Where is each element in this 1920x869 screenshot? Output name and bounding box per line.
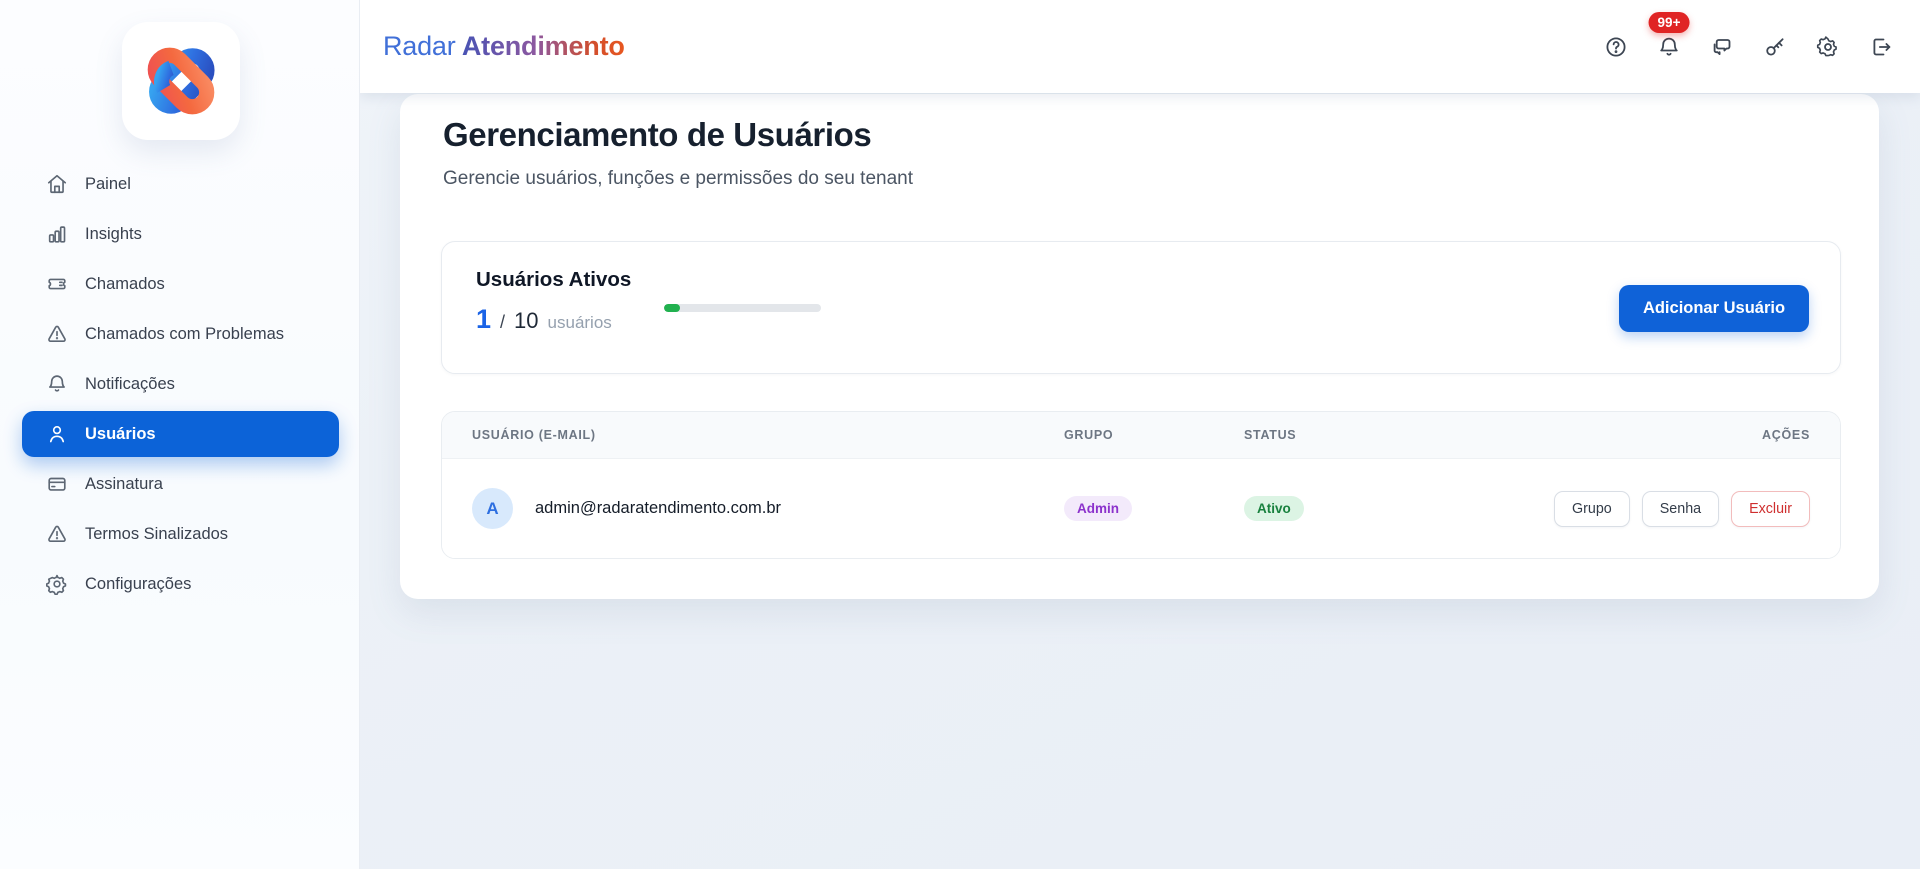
- group-badge: Admin: [1064, 495, 1132, 522]
- add-user-button[interactable]: Adicionar Usuário: [1619, 285, 1809, 332]
- group-action-button[interactable]: Grupo: [1554, 490, 1630, 527]
- messages-icon[interactable]: [1709, 34, 1735, 60]
- bar-chart-icon: [46, 223, 68, 245]
- column-header-user: USUÁRIO (E-MAIL): [472, 428, 596, 442]
- alert-triangle-icon: [46, 323, 68, 345]
- main-content-card: Gerenciamento de Usuários Gerencie usuár…: [400, 94, 1879, 599]
- app-root: { "brand": { "name_regular": "Radar", "n…: [0, 0, 1920, 869]
- logout-icon[interactable]: [1868, 34, 1894, 60]
- sidebar-item-label: Assinatura: [85, 474, 163, 493]
- sidebar-item-painel[interactable]: Painel: [22, 159, 339, 209]
- help-icon[interactable]: [1603, 34, 1629, 60]
- credit-card-icon: [46, 473, 68, 495]
- top-header: Radar Atendimento 99+: [360, 0, 1920, 93]
- sidebar-item-label: Painel: [85, 174, 131, 193]
- notifications-bell-icon[interactable]: 99+: [1648, 11, 1690, 60]
- bell-icon: [46, 373, 68, 395]
- sidebar-item-label: Termos Sinalizados: [85, 524, 229, 543]
- knot-logo-icon: [147, 47, 215, 115]
- header-actions: 99+: [1603, 11, 1894, 60]
- sidebar: Painel Insights Chamados Chamados com Pr…: [0, 0, 360, 869]
- active-users-title: Usuários Ativos: [476, 268, 632, 291]
- usage-count: 1 / 10 usuários: [476, 304, 612, 335]
- sidebar-item-label: Insights: [85, 224, 142, 243]
- user-cell: A admin@radaratendimento.com.br: [472, 488, 1064, 529]
- status-badge: Ativo: [1244, 495, 1304, 522]
- sidebar-item-label: Chamados: [85, 274, 165, 293]
- table-row: A admin@radaratendimento.com.br Admin At…: [442, 458, 1840, 558]
- notification-count-badge: 99+: [1648, 11, 1690, 33]
- table-header-row: USUÁRIO (E-MAIL) GRUPO STATUS AÇÕES: [442, 412, 1840, 458]
- home-icon: [46, 173, 68, 195]
- user-email: admin@radaratendimento.com.br: [535, 499, 782, 517]
- column-header-actions: AÇÕES: [1762, 428, 1810, 442]
- active-users-card: Usuários Ativos 1 / 10 usuários Adiciona…: [441, 241, 1841, 374]
- sidebar-item-chamados[interactable]: Chamados: [22, 259, 339, 309]
- page-subtitle: Gerencie usuários, funções e permissões …: [443, 168, 913, 189]
- sidebar-item-label: Notificações: [85, 374, 175, 393]
- brand-bold: Atendimento: [461, 31, 625, 61]
- sidebar-item-usuarios[interactable]: Usuários: [22, 411, 339, 457]
- usage-current: 1: [476, 304, 492, 334]
- brand-title: Radar Atendimento: [383, 31, 625, 62]
- users-table: USUÁRIO (E-MAIL) GRUPO STATUS AÇÕES A ad…: [441, 411, 1841, 559]
- status-cell: Ativo: [1244, 495, 1554, 522]
- password-action-button[interactable]: Senha: [1641, 490, 1720, 527]
- usage-progress-bar: [664, 304, 821, 312]
- actions-cell: Grupo Senha Excluir: [1554, 490, 1810, 527]
- sidebar-item-notificacoes[interactable]: Notificações: [22, 359, 339, 409]
- sidebar-item-configuracoes[interactable]: Configurações: [22, 559, 339, 609]
- sidebar-item-label: Chamados com Problemas: [85, 324, 284, 343]
- sidebar-item-chamados-problemas[interactable]: Chamados com Problemas: [22, 309, 339, 359]
- app-logo: [122, 22, 240, 140]
- sidebar-nav: Painel Insights Chamados Chamados com Pr…: [22, 159, 339, 609]
- sidebar-item-assinatura[interactable]: Assinatura: [22, 459, 339, 509]
- sidebar-item-label: Configurações: [85, 574, 192, 593]
- usage-separator: /: [500, 312, 506, 332]
- usage-unit: usuários: [547, 313, 612, 332]
- delete-action-button[interactable]: Excluir: [1731, 490, 1810, 527]
- ticket-icon: [46, 273, 68, 295]
- avatar: A: [472, 488, 513, 529]
- column-header-group: GRUPO: [1064, 428, 1114, 442]
- sidebar-item-termos-sinalizados[interactable]: Termos Sinalizados: [22, 509, 339, 559]
- gear-icon: [46, 573, 68, 595]
- sidebar-item-label: Usuários: [85, 424, 156, 443]
- sidebar-item-insights[interactable]: Insights: [22, 209, 339, 259]
- usage-progress-fill: [664, 304, 680, 312]
- brand-regular: Radar: [383, 31, 456, 61]
- alert-triangle-icon: [46, 523, 68, 545]
- gear-icon[interactable]: [1815, 34, 1841, 60]
- column-header-status: STATUS: [1244, 428, 1297, 442]
- usage-max: 10: [514, 308, 539, 333]
- group-cell: Admin: [1064, 495, 1244, 522]
- key-icon[interactable]: [1762, 34, 1788, 60]
- user-icon: [46, 423, 68, 445]
- page-title: Gerenciamento de Usuários: [443, 116, 872, 153]
